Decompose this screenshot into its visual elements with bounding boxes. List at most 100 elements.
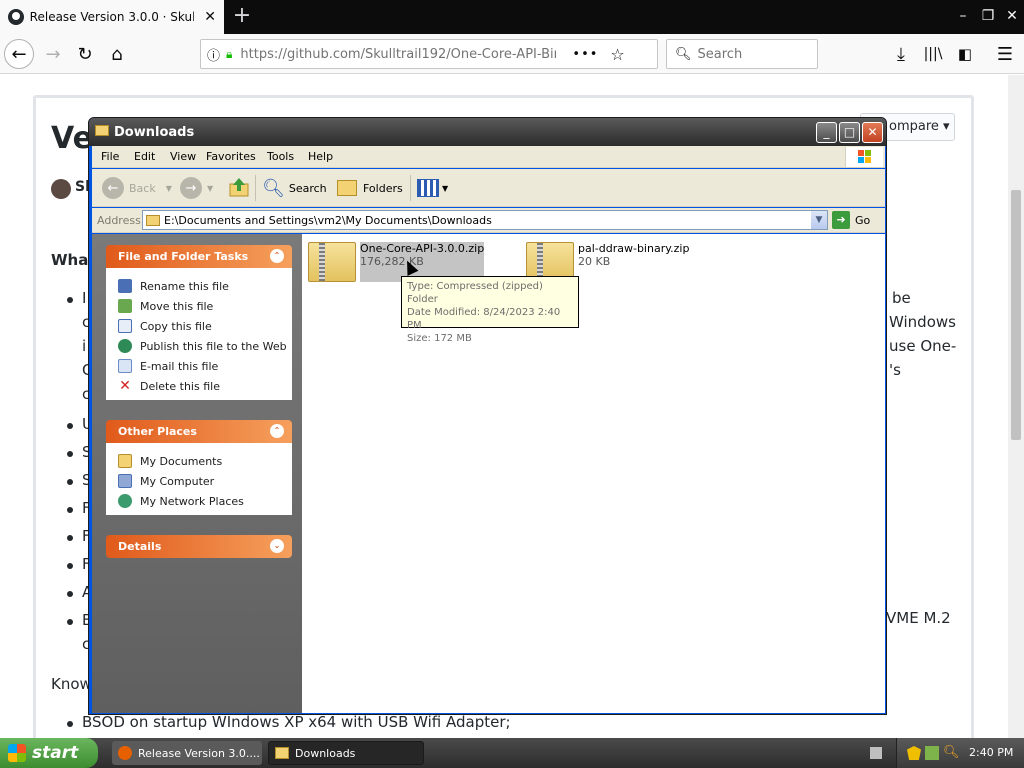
web-icon (118, 339, 132, 353)
email-icon (118, 359, 132, 373)
other-places-header[interactable]: Other Places ⌃ (106, 420, 292, 443)
task-rename[interactable]: Rename this file (118, 276, 292, 296)
home-button[interactable]: ⌂ (102, 39, 132, 69)
file-folder-tasks-panel: File and Folder Tasks ⌃ Rename this file… (106, 245, 292, 400)
search-button[interactable]: 🔍︎ Search (262, 175, 327, 201)
menu-button[interactable]: ☰ (990, 39, 1020, 69)
info-icon[interactable]: ⓘ (207, 45, 220, 64)
address-input[interactable]: E:\Documents and Settings\vm2\My Documen… (142, 210, 828, 230)
address-bar: Address E:\Documents and Settings\vm2\My… (92, 208, 885, 233)
known-issue-text: BSOD on startup WIndows XP x64 with USB … (82, 713, 511, 731)
collapse-icon[interactable]: ⌃ (270, 424, 284, 438)
task-move[interactable]: Move this file (118, 296, 292, 316)
search-label: Search (288, 181, 327, 195)
taskbar-firefox[interactable]: Release Version 3.0.... (112, 741, 262, 765)
start-button[interactable]: start (0, 738, 98, 768)
page-scrollbar[interactable] (1008, 75, 1024, 738)
maximize-button[interactable]: □ (839, 122, 860, 143)
network-icon (118, 494, 132, 508)
scrollbar-thumb[interactable] (1011, 190, 1021, 440)
address-dropdown-icon[interactable]: ▼ (811, 211, 827, 229)
bookmark-star-icon[interactable]: ☆ (610, 45, 624, 64)
search-bar[interactable]: 🔍︎ Search (666, 39, 818, 69)
back-button[interactable]: ← Back ▼ (102, 175, 172, 201)
menu-favorites[interactable]: Favorites (206, 150, 256, 163)
downloads-button[interactable]: ⤓ (886, 39, 916, 69)
task-label: Move this file (140, 299, 214, 313)
tooltip-modified: Date Modified: 8/24/2023 2:40 PM (407, 307, 561, 331)
close-browser-button[interactable]: ✕ (1001, 5, 1023, 27)
search-icon: 🔍︎ (262, 177, 285, 199)
task-copy[interactable]: Copy this file (118, 316, 292, 336)
menu-bar: File Edit View Favorites Tools Help (92, 146, 885, 168)
panel-heading: Other Places (118, 425, 197, 438)
search-icon[interactable]: 🔍︎ (943, 746, 960, 760)
collapse-icon[interactable]: ⌃ (270, 249, 284, 263)
text-fragment: Windows (889, 313, 956, 331)
minimize-browser-button[interactable]: – (952, 5, 974, 27)
task-email[interactable]: E-mail this file (118, 356, 292, 376)
task-delete[interactable]: ✕ Delete this file (118, 376, 292, 396)
page-actions-icon[interactable]: ••• (572, 47, 598, 62)
chevron-down-icon: ▼ (442, 183, 449, 193)
known-issues-heading: Know (51, 675, 92, 693)
url-text[interactable]: https://github.com/Skulltrail192/One-Cor… (240, 47, 556, 62)
back-button[interactable]: ← (4, 39, 34, 69)
go-button[interactable]: ➜ Go (832, 210, 870, 230)
folders-icon (337, 180, 357, 196)
menu-help[interactable]: Help (308, 150, 333, 163)
bullet (67, 535, 73, 541)
reload-button[interactable]: ↻ (70, 39, 100, 69)
folders-button[interactable]: Folders (337, 175, 403, 201)
restore-browser-button[interactable]: ❐ (977, 5, 999, 27)
up-folder-button[interactable] (228, 175, 250, 201)
go-arrow-icon: ➜ (832, 211, 850, 229)
task-publish[interactable]: Publish this file to the Web (118, 336, 292, 356)
place-my-network[interactable]: My Network Places (118, 491, 292, 511)
address-value[interactable]: E:\Documents and Settings\vm2\My Documen… (164, 214, 492, 227)
keyboard-icon[interactable] (870, 747, 882, 759)
place-my-documents[interactable]: My Documents (118, 451, 292, 471)
menu-view[interactable]: View (170, 150, 196, 163)
views-button[interactable]: ▼ (417, 175, 448, 201)
menu-file[interactable]: File (101, 150, 119, 163)
sidebar-icon: ◧ (957, 45, 973, 63)
forward-button[interactable]: → (38, 39, 68, 69)
taskbar-downloads[interactable]: Downloads (268, 741, 424, 765)
task-pane: File and Folder Tasks ⌃ Rename this file… (92, 234, 302, 713)
file-tooltip: Type: Compressed (zipped) Folder Date Mo… (401, 276, 579, 344)
details-header[interactable]: Details ⌄ (106, 535, 292, 558)
taskbar: start Release Version 3.0.... Downloads … (0, 738, 1024, 768)
text-fragment: I (82, 289, 87, 307)
browser-tab-bar: Release Version 3.0.0 · Skulltrail192 ✕ … (0, 0, 1024, 34)
file-list-view: One-Core-API-3.0.0.zip 176,282 KB pal-dd… (302, 234, 885, 713)
network-status-icon[interactable] (925, 746, 939, 760)
library-button[interactable]: |||\ (918, 39, 948, 69)
close-button[interactable]: ✕ (862, 122, 883, 143)
task-label: Release Version 3.0.... (138, 746, 260, 760)
chevron-down-icon: ▼ (207, 183, 214, 193)
menu-tools[interactable]: Tools (267, 150, 294, 163)
sidebar-button[interactable]: ◧ (950, 39, 980, 69)
explorer-title-bar[interactable]: Downloads _ □ ✕ (89, 118, 886, 146)
up-folder-icon (228, 176, 250, 201)
place-my-computer[interactable]: My Computer (118, 471, 292, 491)
shield-icon[interactable] (907, 746, 921, 760)
tab-close-icon[interactable]: ✕ (204, 9, 216, 25)
menu-edit[interactable]: Edit (134, 150, 155, 163)
url-bar[interactable]: ⓘ 🔒︎ https://github.com/Skulltrail192/On… (200, 39, 658, 69)
file-folder-tasks-header[interactable]: File and Folder Tasks ⌃ (106, 245, 292, 268)
avatar[interactable] (51, 179, 71, 199)
new-tab-button[interactable]: + (228, 3, 256, 31)
browser-nav-bar: ← → ↻ ⌂ ⓘ 🔒︎ https://github.com/Skulltra… (0, 34, 1024, 74)
forward-button[interactable]: → ▼ (180, 175, 213, 201)
browser-tab-active[interactable]: Release Version 3.0.0 · Skulltrail192 ✕ (0, 0, 224, 34)
expand-icon[interactable]: ⌄ (270, 539, 284, 553)
tooltip-type: Type: Compressed (zipped) Folder (407, 281, 543, 305)
minimize-button[interactable]: _ (816, 122, 837, 143)
task-list: Rename this file Move this file Copy thi… (106, 268, 292, 400)
task-label: Rename this file (140, 279, 229, 293)
other-places-panel: Other Places ⌃ My Documents My Computer … (106, 420, 292, 515)
task-label: Copy this file (140, 319, 212, 333)
explorer-window: Downloads _ □ ✕ File Edit View Favorites… (88, 117, 887, 715)
